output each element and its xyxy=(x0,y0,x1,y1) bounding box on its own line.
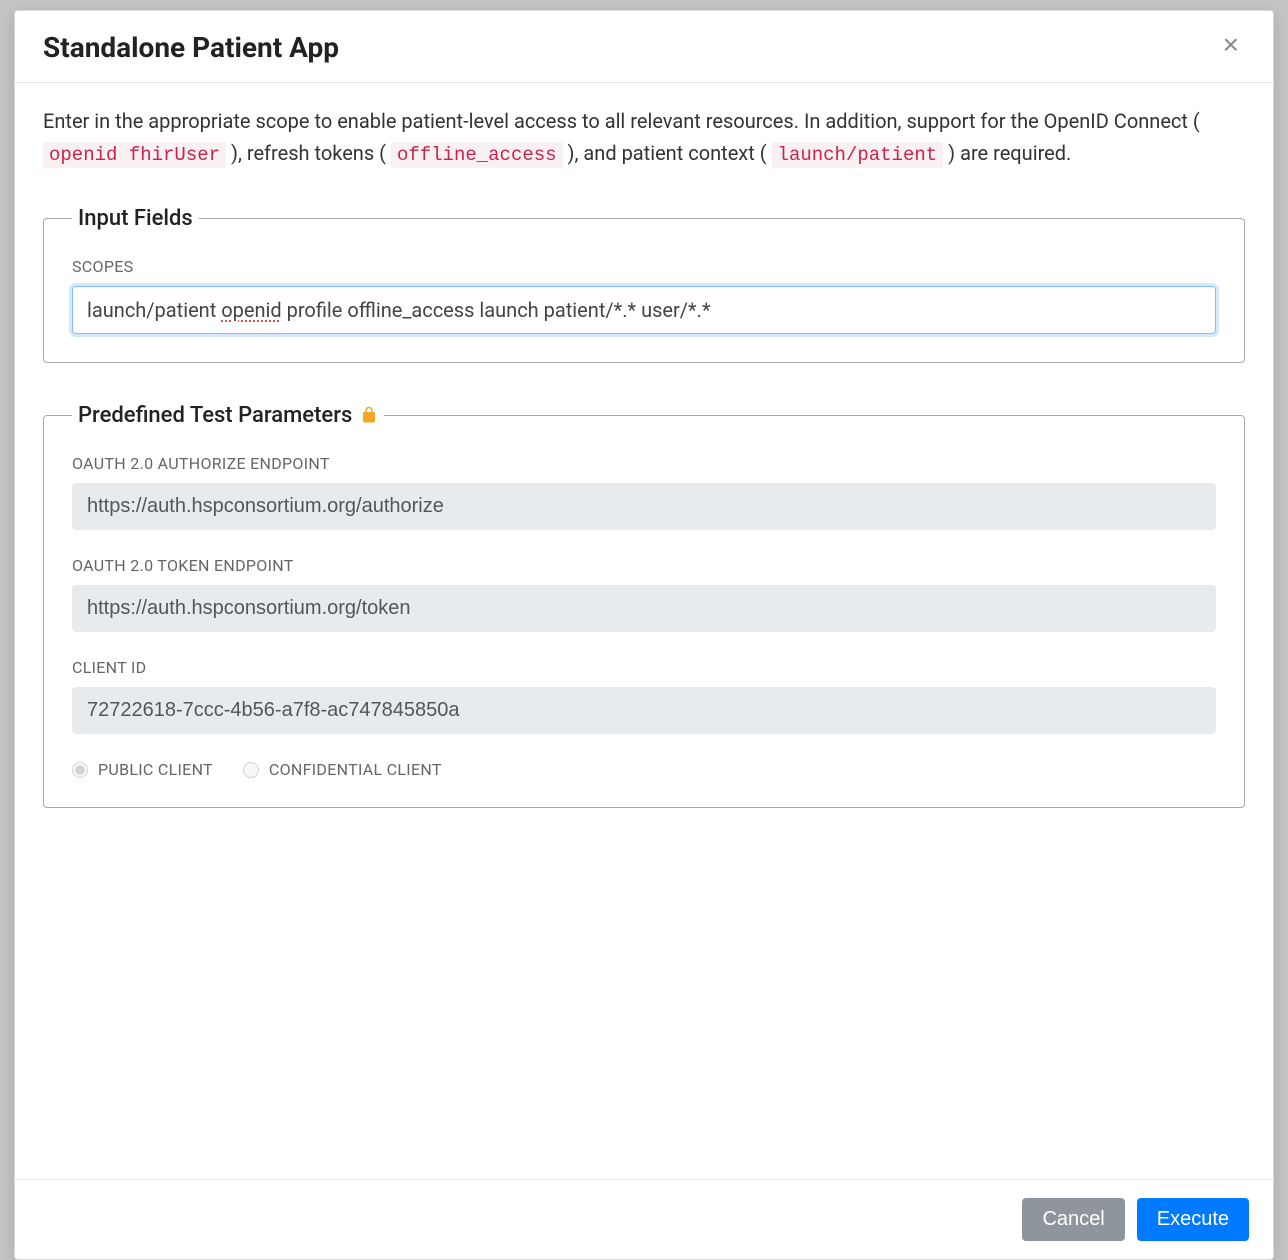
intro-part1: Enter in the appropriate scope to enable… xyxy=(43,109,1200,133)
confidential-client-label: CONFIDENTIAL CLIENT xyxy=(269,760,442,779)
predefined-legend-text: Predefined Test Parameters xyxy=(78,403,352,428)
cancel-button[interactable]: Cancel xyxy=(1022,1198,1124,1241)
scopes-value-pre: launch/patient xyxy=(87,298,221,322)
confidential-client-radio[interactable] xyxy=(243,762,259,778)
intro-part3: ), and patient context ( xyxy=(563,141,772,165)
modal-body: Enter in the appropriate scope to enable… xyxy=(15,83,1273,1179)
lock-icon xyxy=(360,403,378,427)
intro-part4: ) are required. xyxy=(943,141,1071,165)
client-id-group: CLIENT ID xyxy=(72,658,1216,734)
scopes-label: SCOPES xyxy=(72,257,1216,276)
client-id-label: CLIENT ID xyxy=(72,658,1216,677)
token-endpoint-label: OAUTH 2.0 TOKEN ENDPOINT xyxy=(72,556,1216,575)
client-type-radio-group: PUBLIC CLIENT CONFIDENTIAL CLIENT xyxy=(72,760,1216,779)
intro-code-launchpatient: launch/patient xyxy=(772,142,944,168)
close-button[interactable]: × xyxy=(1217,31,1245,59)
scopes-value-post: profile offline_access launch patient/*.… xyxy=(282,298,711,322)
modal-title: Standalone Patient App xyxy=(43,31,339,64)
intro-text: Enter in the appropriate scope to enable… xyxy=(43,105,1245,170)
input-fields-legend: Input Fields xyxy=(72,206,199,231)
modal-header: Standalone Patient App × xyxy=(15,11,1273,83)
modal-dialog: Standalone Patient App × Enter in the ap… xyxy=(14,10,1274,1260)
close-icon: × xyxy=(1223,29,1239,60)
public-client-radio[interactable] xyxy=(72,762,88,778)
intro-code-openid: openid fhirUser xyxy=(43,142,226,168)
public-client-radio-item: PUBLIC CLIENT xyxy=(72,760,213,779)
token-endpoint-input xyxy=(72,585,1216,632)
public-client-label: PUBLIC CLIENT xyxy=(98,760,213,779)
execute-button[interactable]: Execute xyxy=(1137,1198,1249,1241)
scopes-input[interactable]: launch/patient openid profile offline_ac… xyxy=(72,286,1216,334)
intro-part2: ), refresh tokens ( xyxy=(226,141,391,165)
input-fields-fieldset: Input Fields SCOPES launch/patient openi… xyxy=(43,206,1245,363)
modal-footer: Cancel Execute xyxy=(15,1179,1273,1259)
authorize-endpoint-input xyxy=(72,483,1216,530)
client-id-input xyxy=(72,687,1216,734)
intro-code-offline: offline_access xyxy=(391,142,563,168)
predefined-params-fieldset: Predefined Test Parameters OAUTH 2.0 AUT… xyxy=(43,403,1245,808)
token-endpoint-group: OAUTH 2.0 TOKEN ENDPOINT xyxy=(72,556,1216,632)
authorize-endpoint-label: OAUTH 2.0 AUTHORIZE ENDPOINT xyxy=(72,454,1216,473)
predefined-params-legend: Predefined Test Parameters xyxy=(72,403,384,428)
authorize-endpoint-group: OAUTH 2.0 AUTHORIZE ENDPOINT xyxy=(72,454,1216,530)
confidential-client-radio-item: CONFIDENTIAL CLIENT xyxy=(243,760,442,779)
scopes-value-spellcheck: openid xyxy=(221,298,281,322)
